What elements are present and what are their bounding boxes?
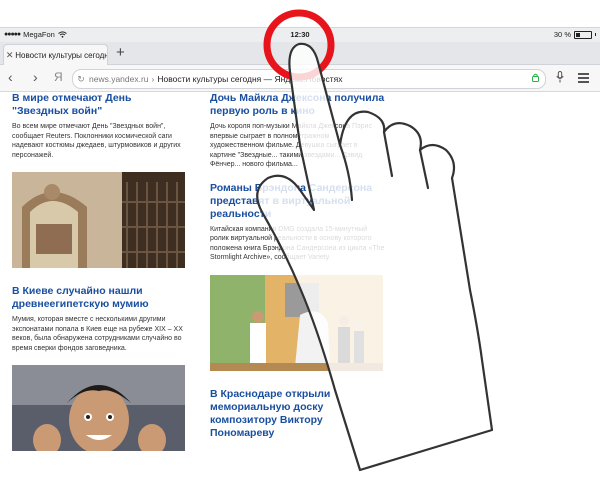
news-headline-link[interactable]: В Краснодаре открыли мемориальную доску … (210, 388, 385, 440)
tab-title: Новости культуры сегодня (15, 50, 107, 60)
address-bar[interactable]: ↻ news.yandex.ru › Новости культуры сего… (72, 69, 546, 89)
battery-percent: 30 % (553, 30, 571, 39)
status-time: 12:30 (290, 30, 310, 39)
status-bar: ●●●●● MegaFon 12:30 30 % (0, 28, 600, 42)
news-headline-link[interactable]: В мире отмечают День "Звездных войн" (12, 92, 187, 118)
news-item: В мире отмечают День "Звездных войн" Во … (12, 92, 187, 160)
back-button[interactable]: ‹ (8, 69, 13, 85)
news-summary: Китайская компания DMG создала 15-минутн… (210, 225, 385, 262)
news-column-left: В мире отмечают День "Звездных войн" Во … (12, 92, 187, 468)
news-column-right: Дочь Майкла Джексона получила первую рол… (210, 92, 385, 444)
news-headline-link[interactable]: Романы Брэндона Сандерсона представят в … (210, 182, 385, 221)
news-headline-link[interactable]: В Киеве случайно нашли древнеегипетскую … (12, 285, 187, 311)
news-summary: Дочь короля поп-музыки Майкла Джексона П… (210, 123, 372, 168)
battery-tip (595, 33, 596, 36)
battery-fill (576, 32, 580, 37)
portrait-photo[interactable] (12, 365, 185, 456)
forward-button[interactable]: › (33, 69, 38, 85)
url-separator: › (151, 74, 155, 84)
close-tab-icon[interactable]: ✕ (4, 50, 15, 61)
news-headline-link[interactable]: Дочь Майкла Джексона получила первую рол… (210, 92, 385, 118)
status-right: 30 % (554, 30, 596, 39)
tab-active[interactable]: ✕ Новости культуры сегодня (3, 44, 108, 65)
menu-icon[interactable] (578, 73, 589, 85)
news-item: В Краснодаре открыли мемориальную доску … (210, 388, 385, 440)
tablet-screen: ●●●●● MegaFon 12:30 30 % ✕ Новости культ… (0, 27, 600, 481)
microphone-icon[interactable] (556, 71, 564, 83)
battery-icon (574, 30, 592, 39)
news-item: Романы Брэндона Сандерсона представят в … (210, 182, 385, 263)
news-content: В мире отмечают День "Звездных войн" Во … (0, 92, 600, 481)
url-domain: news.yandex.ru (89, 74, 149, 84)
new-tab-button[interactable]: + (116, 45, 125, 61)
news-summary: Мумия, которая вместе с несколькими друг… (12, 316, 183, 352)
toolbar: ‹ › Я ↻ news.yandex.ru › Новости культур… (0, 65, 600, 92)
fresco-photo[interactable] (12, 172, 185, 268)
url-page-title: Новости культуры сегодня — Яндекс.Новост… (157, 74, 343, 84)
yandex-logo[interactable]: Я (54, 70, 63, 84)
tab-bar: ✕ Новости культуры сегодня + (0, 42, 600, 65)
news-item: Дочь Майкла Джексона получила первую рол… (210, 92, 385, 170)
ceremony-photo[interactable] (210, 274, 383, 371)
news-item: В Киеве случайно нашли древнеегипетскую … (12, 285, 187, 353)
lock-icon (532, 73, 539, 82)
news-summary: Во всем мире отмечают День "Звездных вой… (12, 123, 181, 159)
refresh-icon[interactable]: ↻ (73, 74, 89, 85)
